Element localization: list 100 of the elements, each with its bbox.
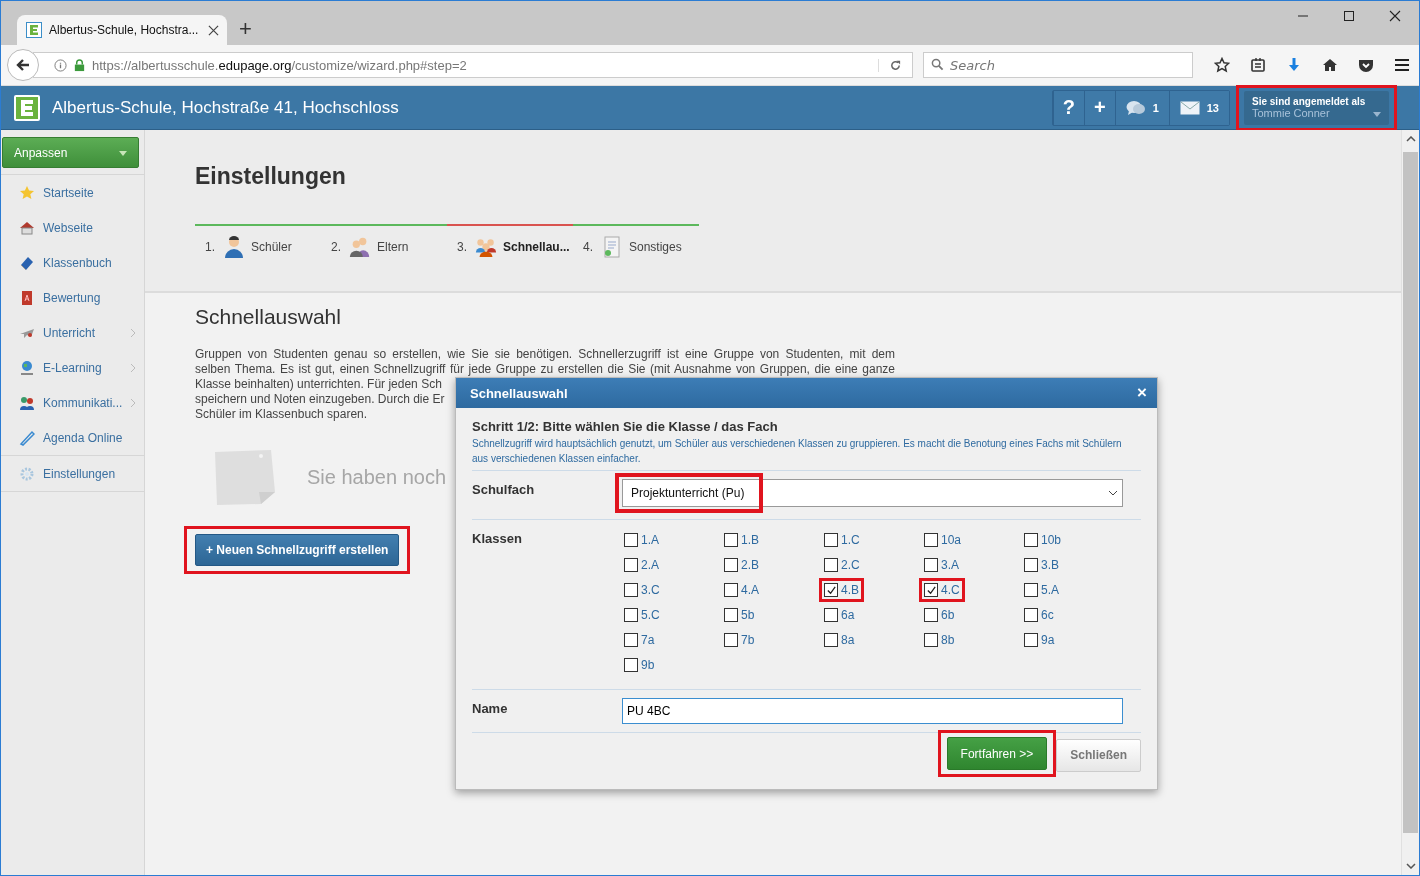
sidebar-item[interactable]: Bewertung <box>1 280 144 315</box>
class-checkbox[interactable]: 2.C <box>819 553 865 577</box>
close-dialog-button[interactable]: Schließen <box>1056 738 1141 772</box>
description-text: Schüler im Klassenbuch sparen. <box>195 407 368 422</box>
class-checkbox[interactable]: 1.B <box>719 528 764 552</box>
dialog-title: Schnellauswahl <box>470 385 568 401</box>
address-field[interactable]: https://albertusschule.edupage.org/customize/wizard.php#step=2 <box>33 52 913 78</box>
home-icon[interactable] <box>1322 57 1338 73</box>
scroll-down-icon[interactable] <box>1405 863 1416 869</box>
class-checkbox[interactable]: 7b <box>719 628 760 652</box>
back-button[interactable] <box>7 49 39 81</box>
checkmark-icon <box>825 584 837 596</box>
class-checkbox[interactable]: 10b <box>1019 528 1067 552</box>
class-checkbox[interactable]: 1.A <box>619 528 664 552</box>
close-button[interactable]: × <box>1137 383 1147 403</box>
class-checkbox[interactable]: 10a <box>919 528 967 552</box>
wizard-step-tab[interactable]: 4. Sonstiges <box>573 224 699 258</box>
star-icon <box>19 184 35 201</box>
document-icon <box>601 236 623 258</box>
new-tab-button[interactable]: + <box>239 17 252 41</box>
class-checkbox[interactable]: 3.C <box>619 578 665 602</box>
bookmark-star-icon[interactable] <box>1214 57 1230 73</box>
person-icon <box>223 236 245 258</box>
class-checkbox[interactable]: 9b <box>619 653 660 677</box>
chevron-down-icon <box>1108 490 1118 496</box>
class-checkbox[interactable]: 3.A <box>919 553 964 577</box>
menu-icon[interactable] <box>1394 57 1410 73</box>
chevron-right-icon <box>130 362 136 373</box>
section-title: Schnellauswahl <box>195 305 342 329</box>
scrollbar[interactable] <box>1401 130 1419 875</box>
class-checkbox[interactable]: 6c <box>1019 603 1059 627</box>
class-checkbox[interactable]: 2.B <box>719 553 764 577</box>
search-field[interactable]: Search <box>923 52 1193 78</box>
description-text: Gruppen von Studenten genau so erstellen, wie Sie sie benötigen. Schnellerzugriff ist eine Gruppe von Studenten, mit dem <box>195 347 895 362</box>
class-checkbox[interactable]: 6b <box>919 603 960 627</box>
class-checkbox[interactable]: 3.B <box>1019 553 1064 577</box>
scroll-up-icon[interactable] <box>1405 136 1416 142</box>
class-checkbox[interactable]: 2.A <box>619 553 664 577</box>
sidebar-item[interactable]: Einstellungen <box>1 455 144 492</box>
user-menu[interactable]: Sie sind angemeldet als Tommie Conner <box>1244 90 1389 125</box>
name-field[interactable]: PU 4BC <box>622 698 1123 724</box>
page-title: Einstellungen <box>195 163 347 190</box>
subject-dropdown[interactable]: Projektunterricht (Pu) <box>622 479 1123 507</box>
wizard-step-tab[interactable]: 1. Schüler <box>195 224 321 258</box>
caret-icon <box>119 151 127 156</box>
customize-menu-button[interactable]: Anpassen <box>2 137 139 168</box>
class-checkbox[interactable]: 7a <box>619 628 660 652</box>
pen-icon <box>19 429 35 446</box>
envelope-icon <box>1179 99 1200 116</box>
search-icon <box>931 58 944 71</box>
school-name: Albertus-Schule, Hochstraße 41, Hochschloss <box>52 97 400 118</box>
app-logo-icon <box>26 22 42 38</box>
group-icon <box>475 236 497 258</box>
class-checkbox[interactable]: 8a <box>819 628 860 652</box>
checkmark-icon <box>925 584 937 596</box>
sidebar-item[interactable]: Klassenbuch <box>1 245 144 280</box>
field-label: Klassen <box>472 530 523 548</box>
continue-button[interactable]: Fortfahren >> <box>946 737 1048 770</box>
class-checkbox[interactable]: 1.C <box>819 528 865 552</box>
pocket-icon[interactable] <box>1358 57 1374 73</box>
hint-text: Schnellzugriff wird hauptsächlich genutzt, um Schüler aus verschiedenen Klassen zu gruppieren. Es macht die Benotung eines Fachs mit Schülern aus verschiedenen Klassen einfacher. <box>472 437 1123 466</box>
class-checkbox[interactable]: 6a <box>819 603 860 627</box>
description-text: Klasse beinhalten) unterrichten. Für jeden Sch <box>195 377 442 392</box>
reading-list-icon[interactable] <box>1250 57 1266 73</box>
wizard-step-tab[interactable]: 3. Schnellau... <box>447 224 573 258</box>
class-checkbox[interactable]: 5b <box>719 603 760 627</box>
class-checkbox[interactable]: 5.C <box>619 603 665 627</box>
mail-button[interactable]: 13 <box>1168 90 1229 125</box>
close-icon[interactable] <box>1389 10 1401 22</box>
empty-state-text: Sie haben noch <box>307 465 446 489</box>
class-checkbox[interactable]: 9a <box>1019 628 1060 652</box>
gear-icon <box>19 465 35 482</box>
sidebar-item[interactable]: Webseite <box>1 210 144 245</box>
field-label: Name <box>472 700 509 718</box>
lock-icon <box>73 58 86 72</box>
sidebar-item[interactable]: Unterricht <box>1 315 144 350</box>
class-checkbox[interactable]: 4.A <box>719 578 764 602</box>
class-checkbox[interactable]: 4.B <box>819 578 864 602</box>
arrow-left-icon <box>15 57 31 73</box>
class-checkbox[interactable]: 5.A <box>1019 578 1064 602</box>
chevron-right-icon <box>130 327 136 338</box>
grade-book-icon <box>19 289 35 306</box>
sidebar-item[interactable]: Agenda Online <box>1 420 144 455</box>
new-quick-access-button[interactable]: + Neuen Schnellzugriff erstellen <box>195 534 400 566</box>
class-checkbox[interactable]: 4.C <box>919 578 965 602</box>
sidebar-item[interactable]: Startseite <box>1 174 144 210</box>
chat-bubbles-icon <box>1125 99 1146 116</box>
globe-icon <box>19 359 35 376</box>
sidebar-item[interactable]: Kommunikati... <box>1 385 144 420</box>
maximize-icon[interactable] <box>1343 10 1355 22</box>
house-icon <box>19 219 35 236</box>
close-icon[interactable] <box>208 24 219 36</box>
sidebar-item[interactable]: E-Learning <box>1 350 144 385</box>
wizard-step-tab[interactable]: 2. Eltern <box>321 224 447 258</box>
app-logo-icon[interactable] <box>14 94 40 121</box>
class-checkbox[interactable]: 8b <box>919 628 960 652</box>
description-text: speichern und Noten einzugeben. Durch die Er <box>195 392 445 407</box>
download-icon[interactable] <box>1286 57 1302 73</box>
chevron-right-icon <box>130 397 136 408</box>
step-title: Schritt 1/2: Bitte wählen Sie die Klasse / das Fach <box>472 419 779 434</box>
